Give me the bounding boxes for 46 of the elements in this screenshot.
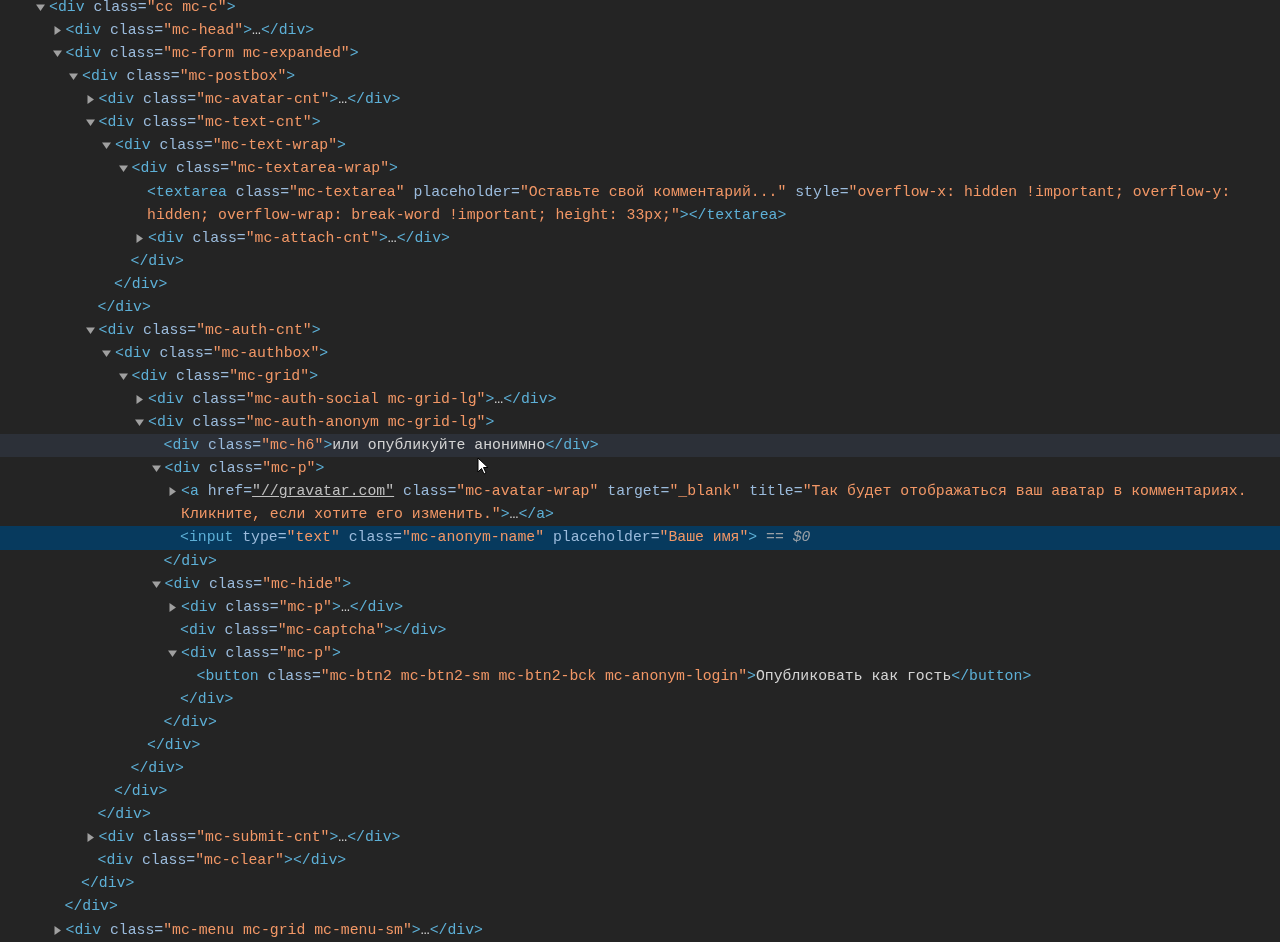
collapsed-triangle-icon[interactable] — [135, 233, 144, 243]
expanded-triangle-icon[interactable] — [118, 164, 128, 174]
collapsed-triangle-icon[interactable] — [168, 602, 177, 612]
expanded-triangle-icon[interactable] — [102, 141, 111, 151]
collapsed-triangle-icon[interactable] — [85, 833, 95, 843]
expanded-triangle-icon[interactable] — [85, 325, 95, 335]
closing-tag: </div> — [130, 252, 184, 269]
closing-tag: </div> — [114, 783, 168, 800]
closing-tag: </div> — [163, 713, 217, 730]
expanded-triangle-icon[interactable] — [118, 372, 128, 381]
tree-row[interactable]: <button class="mc-btn2 mc-btn2-sm mc-btn2-bck mc-anonym-login">Опубликовать как гость</button> — [0, 664, 1280, 688]
closing-tag: </div> — [97, 298, 151, 315]
expanded-triangle-icon[interactable] — [151, 464, 161, 474]
collapsed-triangle-icon[interactable] — [85, 95, 95, 105]
expanded-triangle-icon[interactable] — [85, 118, 95, 128]
closing-tag: </div> — [147, 737, 201, 753]
expanded-triangle-icon[interactable] — [168, 648, 177, 658]
collapsed-triangle-icon[interactable] — [168, 487, 177, 497]
closing-tag: </div> — [130, 760, 184, 777]
tree-row[interactable]: <div class="mc-p"> — [0, 641, 1280, 665]
mouse-pointer-icon — [477, 457, 489, 475]
tree-row[interactable]: <div class="mc-p">…</div> — [0, 595, 1280, 619]
tree-row[interactable]: <div class="mc-captcha"></div> — [0, 618, 1280, 642]
closing-tag: </div> — [163, 552, 217, 569]
expanded-triangle-icon[interactable] — [52, 49, 62, 59]
tree-row[interactable]: <input type="text" class="mc-anonym-name" placeholder="Ваше имя"> == $0 — [0, 526, 1280, 550]
element-tag-line[interactable]: <div class="mc-captcha"></div> — [180, 618, 1260, 642]
collapsed-triangle-icon[interactable] — [135, 395, 144, 405]
collapsed-triangle-icon[interactable] — [52, 925, 62, 935]
element-tag-line[interactable]: <input type="text" class="mc-anonym-name" placeholder="Ваше имя"> == $0 — [180, 526, 1260, 550]
closing-tag: </div> — [114, 275, 168, 292]
element-tag-line[interactable]: <a href="//gravatar.com" class="mc-avatar-wrap" target="_blank" title="Так будет отображаться ваш аватар в комментариях. Кликните, если хотите его изменить.">…</a> — [181, 480, 1260, 527]
expanded-triangle-icon[interactable] — [102, 348, 111, 358]
closing-tag: </div> — [81, 875, 135, 892]
expanded-triangle-icon[interactable] — [135, 418, 144, 428]
expanded-triangle-icon[interactable] — [151, 579, 161, 589]
tree-row[interactable]: <a href="//gravatar.com" class="mc-avatar-wrap" target="_blank" title="Так будет отображаться ваш аватар в комментариях. Кликните, если хотите его изменить.">…</a> — [0, 480, 1280, 527]
expanded-triangle-icon[interactable] — [36, 3, 45, 12]
closing-tag: </div> — [64, 898, 118, 915]
element-tag-line[interactable]: <button class="mc-btn2 mc-btn2-sm mc-btn2-bck mc-anonym-login">Опубликовать как гость</button> — [196, 664, 1260, 688]
closing-tag: </div> — [180, 690, 234, 707]
element-tag-line[interactable]: <div class="mc-p"> — [181, 641, 1260, 665]
closing-tag: </div> — [97, 806, 151, 823]
expanded-triangle-icon[interactable] — [69, 72, 78, 82]
element-tag-line[interactable]: <div class="mc-p">…</div> — [181, 595, 1260, 619]
collapsed-triangle-icon[interactable] — [52, 26, 62, 36]
